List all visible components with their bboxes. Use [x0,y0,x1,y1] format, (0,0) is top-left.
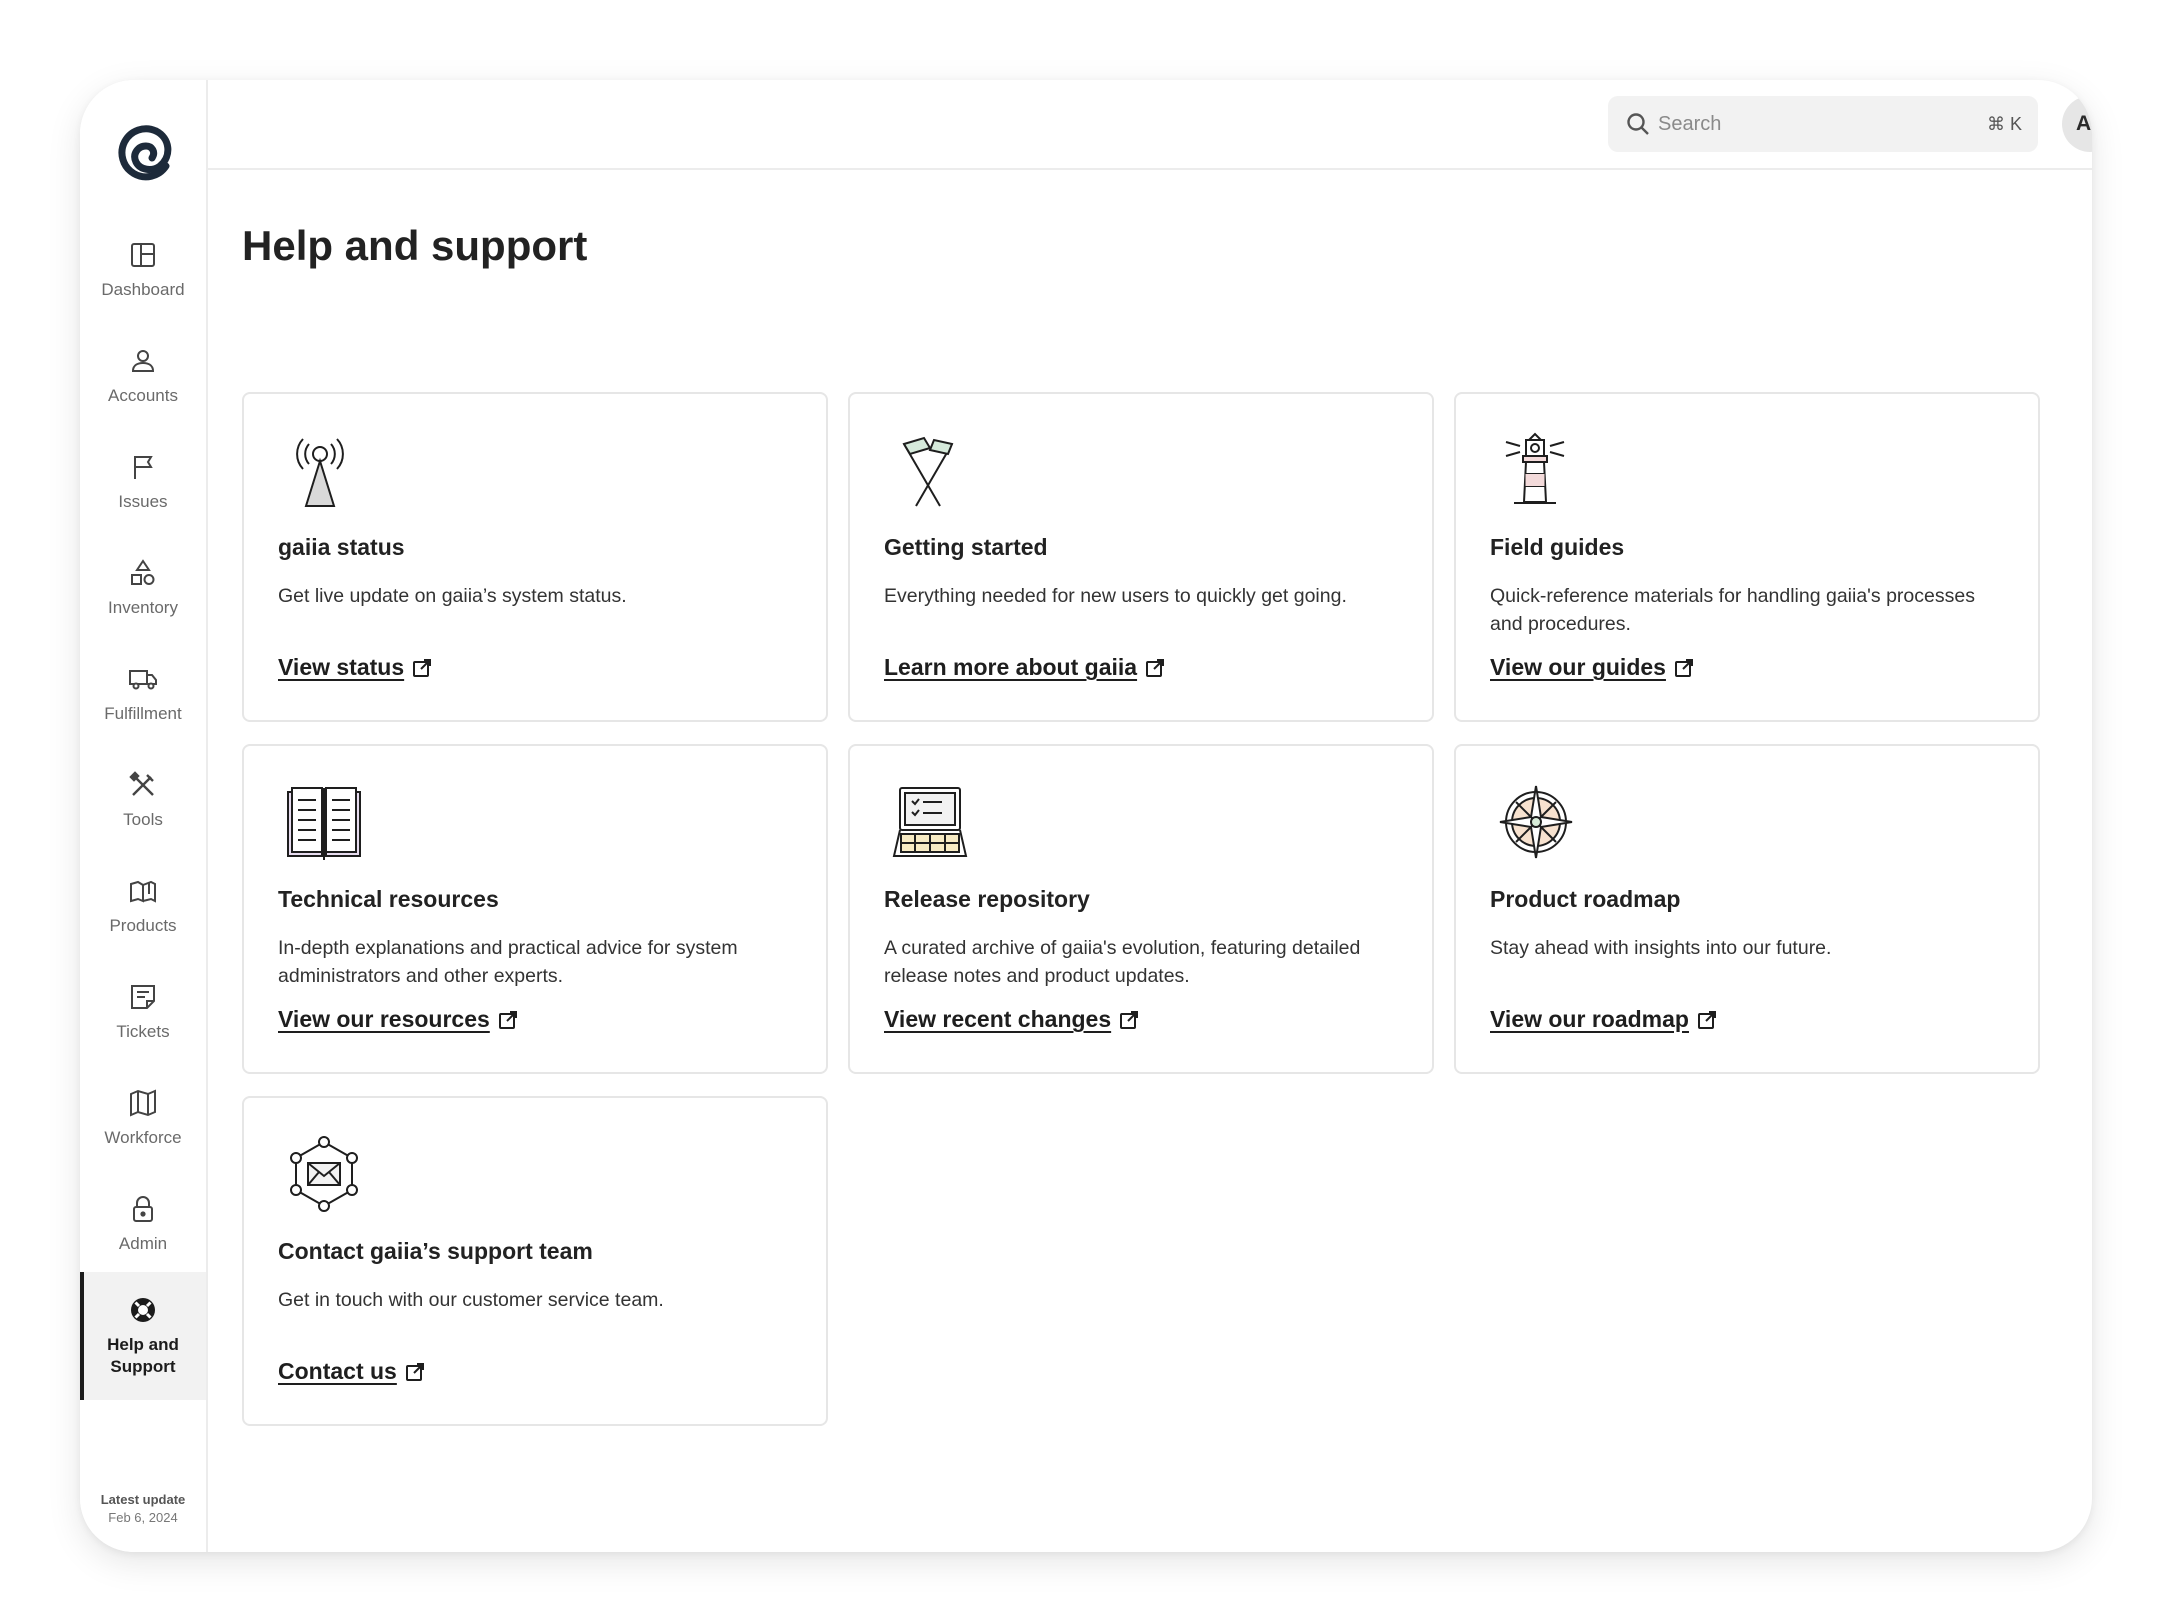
card-description: In-depth explanations and practical advi… [278,937,738,987]
view-resources-link[interactable]: View our resources [278,1006,518,1033]
sidebar-item-label: Workforce [104,1128,182,1147]
latest-update: Latest update Feb 6, 2024 [80,1492,206,1525]
laptop-checklist-icon [892,787,968,857]
link-label: View recent changes [884,1006,1112,1032]
sidebar-item-label: Issues [118,492,168,511]
link-label: View our resources [278,1006,490,1032]
sidebar-item-tickets[interactable]: Tickets [80,962,206,1062]
link-label: Contact us [278,1358,397,1384]
crossed-flags-icon [902,436,954,507]
external-link-icon [1146,658,1165,677]
latest-update-label: Latest update [100,1492,186,1507]
card-title: Getting started [884,534,1048,560]
note-icon [131,985,155,1009]
external-link-icon [1697,1010,1716,1029]
search-shortcut: ⌘ K [1986,113,2022,134]
sidebar-item-label: Products [109,916,177,935]
view-roadmap-link[interactable]: View our roadmap [1490,1006,1717,1033]
card-title: gaiia status [278,534,405,560]
card-getting-started: Getting started Everything needed for ne… [848,392,1434,722]
search-icon [1627,113,1649,135]
sidebar-item-admin[interactable]: Admin [80,1174,206,1274]
sidebar-item-label: Accounts [108,386,178,405]
truck-icon [129,670,157,690]
sidebar-item-label: Fulfillment [104,704,182,723]
topbar: ⌘ K AL [208,80,2092,170]
sidebar-item-label: Help and Support [107,1335,179,1376]
link-label: Learn more about gaiia [884,654,1138,680]
link-label: View status [278,654,405,680]
open-book-icon [287,787,361,860]
view-guides-link[interactable]: View our guides [1490,654,1694,681]
external-link-icon [498,1010,517,1029]
card-gaiia-status: gaiia status Get live update on gaiia’s … [242,392,828,722]
sidebar-item-label: Dashboard [101,280,185,299]
card-description: Stay ahead with insights into our future… [1490,937,1832,959]
compass-icon [1499,785,1573,859]
lighthouse-icon [1505,432,1565,504]
card-technical-resources: Technical resources In-depth explanation… [242,744,828,1074]
sidebar-item-fulfillment[interactable]: Fulfillment [80,644,206,744]
card-product-roadmap: Product roadmap Stay ahead with insights… [1454,744,2040,1074]
sidebar-item-products[interactable]: Products [80,856,206,956]
card-title: Release repository [884,886,1090,912]
latest-update-date: Feb 6, 2024 [108,1510,178,1525]
sidebar-item-accounts[interactable]: Accounts [80,326,206,426]
tools-icon [129,771,154,796]
flag-icon [134,456,153,479]
card-field-guides: Field guides Quick-reference materials f… [1454,392,2040,722]
avatar[interactable]: AL [2062,96,2092,152]
page-title: Help and support [242,222,588,269]
card-description: Get in touch with our customer service t… [278,1289,664,1311]
map-icon [130,1089,156,1117]
card-description: Get live update on gaiia’s system status… [278,585,627,607]
card-title: Contact gaiia’s support team [278,1238,593,1264]
external-link-icon [413,658,432,677]
sidebar-item-label: Admin [118,1234,168,1253]
card-title: Technical resources [278,886,499,912]
dashboard-icon [131,243,155,267]
sidebar-item-label: Tickets [116,1022,170,1041]
sidebar-item-label: Inventory [108,598,178,617]
search-box[interactable]: ⌘ K [1608,96,2038,152]
card-release-repository: Release repository A curated archive of … [848,744,1434,1074]
gaiia-logo[interactable] [112,122,176,186]
card-title: Field guides [1490,534,1625,560]
external-link-icon [1120,1010,1139,1029]
view-recent-changes-link[interactable]: View recent changes [884,1006,1139,1033]
search-input[interactable] [1658,112,1987,136]
card-title: Product roadmap [1490,886,1681,912]
sidebar: Dashboard Accounts Issues Inventory Fulf [80,80,208,1552]
link-label: View our roadmap [1490,1006,1689,1032]
sidebar-item-issues[interactable]: Issues [80,432,206,532]
sidebar-item-tools[interactable]: Tools [80,750,206,850]
card-description: Quick-reference materials for handling g… [1490,585,1975,635]
lifebuoy-icon [131,1298,155,1322]
contact-us-link[interactable]: Contact us [278,1358,425,1385]
external-link-icon [405,1362,424,1381]
app-window: Dashboard Accounts Issues Inventory Fulf [80,80,2092,1552]
learn-more-link[interactable]: Learn more about gaiia [884,654,1165,681]
sidebar-item-help-and-support[interactable]: Help and Support [80,1272,206,1400]
shapes-icon [131,559,155,585]
external-link-icon [1674,658,1693,677]
network-mail-icon [290,1136,358,1212]
sidebar-item-label: Tools [123,810,163,829]
link-label: View our guides [1490,654,1666,680]
user-icon [131,350,155,372]
sidebar-item-dashboard[interactable]: Dashboard [80,220,206,320]
lock-icon [133,1196,153,1222]
card-description: Everything needed for new users to quick… [884,585,1347,607]
card-description: A curated archive of gaiia's evolution, … [884,937,1361,987]
box-icon [130,880,156,903]
sidebar-item-inventory[interactable]: Inventory [80,538,206,638]
radio-tower-icon [296,438,344,507]
sidebar-item-workforce[interactable]: Workforce [80,1068,206,1168]
view-status-link[interactable]: View status [278,654,432,681]
card-contact-support: Contact gaiia’s support team Get in touc… [242,1096,828,1426]
